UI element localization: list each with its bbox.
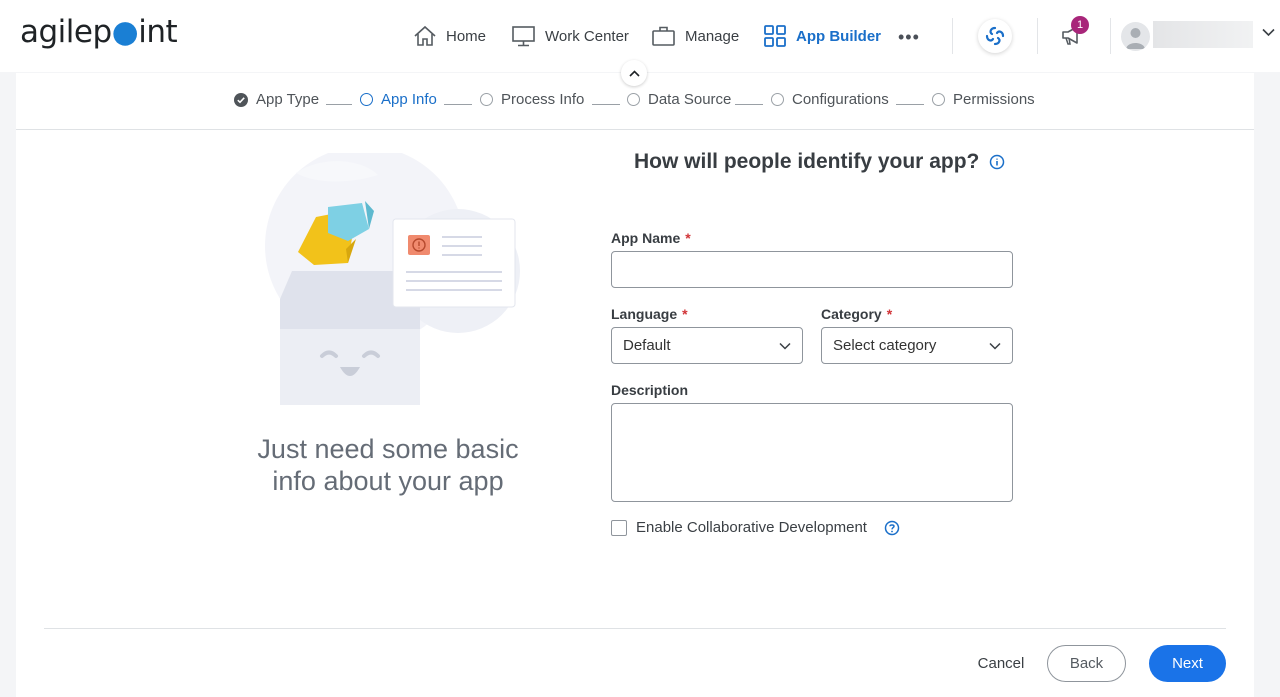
divider <box>44 628 1226 629</box>
logo-dot: ● <box>111 14 139 50</box>
step-permissions[interactable]: Permissions <box>932 91 1035 108</box>
briefcase-icon <box>652 26 675 46</box>
tagline-text: Just need some basic info about your app <box>257 434 519 496</box>
step-permissions-label: Permissions <box>953 91 1035 108</box>
nav-manage[interactable]: Manage <box>651 22 739 50</box>
step-process-info[interactable]: Process Info <box>480 91 584 108</box>
step-connector <box>896 104 924 105</box>
language-label-text: Language <box>611 306 678 322</box>
nav-home-label: Home <box>446 27 487 45</box>
required-marker: * <box>886 306 893 322</box>
user-avatar[interactable] <box>1121 22 1150 51</box>
app-box-illustration <box>265 153 520 405</box>
description-label-text: Description <box>611 382 689 398</box>
step-app-type[interactable]: App Type <box>234 91 319 108</box>
cancel-button[interactable]: Cancel <box>974 645 1028 682</box>
app-name-input[interactable] <box>611 251 1013 288</box>
step-connector <box>444 104 472 105</box>
divider <box>16 129 1254 130</box>
divider <box>1037 18 1038 54</box>
app-info-card: App Type App Info Process Info Data Sour… <box>16 73 1254 697</box>
step-connector <box>592 104 620 105</box>
collaborative-development-checkbox[interactable] <box>611 519 627 536</box>
app-name-label: App Name * <box>611 230 691 246</box>
language-label: Language * <box>611 306 688 322</box>
back-button[interactable]: Back <box>1047 645 1126 682</box>
check-circle-icon <box>234 92 248 107</box>
step-app-info-label: App Info <box>381 91 437 108</box>
form-title-text: How will people identify your app? <box>634 150 980 173</box>
step-pending-indicator <box>932 93 945 106</box>
monitor-icon <box>512 26 535 47</box>
step-pending-indicator <box>771 93 784 106</box>
ai-assistant-button[interactable] <box>978 19 1012 53</box>
language-select[interactable]: Default <box>611 327 803 364</box>
chevron-down-icon <box>989 342 1001 350</box>
language-selected-value: Default <box>623 337 671 354</box>
nav-home[interactable]: Home <box>413 22 486 50</box>
chevron-up-icon <box>628 69 640 77</box>
agilepoint-logo[interactable]: agilep●int <box>20 14 178 50</box>
collaborative-development-label[interactable]: Enable Collaborative Development <box>636 519 867 536</box>
step-pending-indicator <box>627 93 640 106</box>
help-icon[interactable] <box>884 520 900 536</box>
wizard-stepper: App Type App Info Process Info Data Sour… <box>16 91 1254 117</box>
category-label: Category * <box>821 306 892 322</box>
step-data-source[interactable]: Data Source <box>627 91 731 108</box>
nav-manage-label: Manage <box>685 27 740 45</box>
collapse-header-button[interactable] <box>621 60 647 86</box>
step-current-indicator <box>360 93 373 106</box>
chevron-down-icon[interactable] <box>1262 28 1275 37</box>
step-pending-indicator <box>480 93 493 106</box>
divider <box>952 18 953 54</box>
step-configurations-label: Configurations <box>792 91 889 108</box>
app-name-label-text: App Name <box>611 230 681 246</box>
collaborative-development-row: Enable Collaborative Development <box>611 519 900 536</box>
step-data-source-label: Data Source <box>648 91 732 108</box>
info-icon[interactable] <box>989 154 1005 170</box>
step-process-info-label: Process Info <box>501 91 585 108</box>
step-app-type-label: App Type <box>256 91 320 108</box>
divider <box>1110 18 1111 54</box>
nav-app-builder[interactable]: App Builder <box>763 22 881 50</box>
chevron-down-icon <box>779 342 791 350</box>
nav-work-center[interactable]: Work Center <box>511 22 629 50</box>
step-app-info[interactable]: App Info <box>360 91 437 108</box>
more-menu-button[interactable]: ••• <box>898 27 920 48</box>
step-connector <box>326 104 352 105</box>
user-name-redacted[interactable] <box>1153 21 1253 48</box>
notification-count-badge: 1 <box>1071 16 1089 34</box>
description-label: Description <box>611 382 688 398</box>
home-icon <box>414 25 436 46</box>
form-title: How will people identify your app? <box>634 150 1005 174</box>
step-connector <box>735 104 763 105</box>
nav-app-builder-label: App Builder <box>796 27 881 45</box>
category-label-text: Category <box>821 306 882 322</box>
user-icon <box>1126 28 1145 49</box>
next-button[interactable]: Next <box>1149 645 1226 682</box>
required-marker: * <box>682 306 688 322</box>
category-selected-value: Select category <box>833 337 937 354</box>
swirl-icon <box>985 26 1005 46</box>
step-configurations[interactable]: Configurations <box>771 91 889 108</box>
grid-icon <box>764 25 786 47</box>
category-select[interactable]: Select category <box>821 327 1013 364</box>
nav-work-center-label: Work Center <box>545 27 629 45</box>
description-textarea[interactable] <box>611 403 1013 502</box>
required-marker: * <box>685 230 691 246</box>
logo-text-end: int <box>138 14 178 50</box>
logo-text-start: agilep <box>20 14 112 50</box>
